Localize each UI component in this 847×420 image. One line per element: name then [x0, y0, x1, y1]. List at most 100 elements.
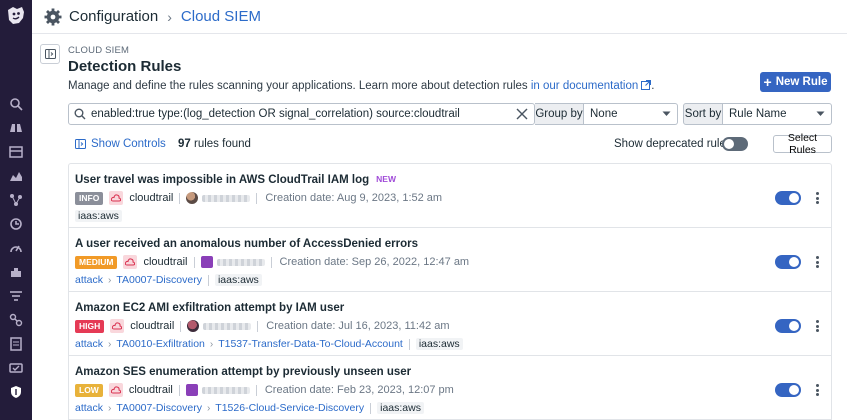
show-deprecated-toggle[interactable] — [722, 137, 748, 151]
creation-date: Creation date: Sep 26, 2022, 12:47 am — [279, 256, 470, 268]
toggle-knob — [789, 385, 799, 395]
synthetics-icon[interactable] — [7, 360, 25, 376]
tactic-link[interactable]: TA0007-Discovery — [116, 402, 202, 414]
security-icon[interactable] — [7, 216, 25, 232]
binoculars-icon[interactable] — [7, 120, 25, 136]
integrations-icon[interactable] — [7, 264, 25, 280]
breadcrumb-configuration[interactable]: Configuration — [69, 8, 158, 25]
infrastructure-icon[interactable] — [7, 168, 25, 184]
tag[interactable]: iaas:aws — [214, 274, 262, 286]
severity-badge: INFO — [75, 191, 104, 205]
divider — [370, 402, 372, 414]
rule-title[interactable]: A user received an anomalous number of A… — [75, 238, 418, 250]
new-rule-button[interactable]: + New Rule — [760, 72, 831, 92]
technique-link[interactable]: T1537-Transfer-Data-To-Cloud-Account — [218, 338, 403, 350]
search-query[interactable]: enabled:true type:(log_detection OR sign… — [91, 108, 460, 120]
toggle-knob — [789, 321, 799, 331]
logs-icon[interactable] — [7, 288, 25, 304]
creation-date: Creation date: Jul 16, 2023, 11:42 am — [266, 320, 450, 332]
dashboard-icon[interactable] — [7, 144, 25, 160]
breadcrumb-cloud-siem[interactable]: Cloud SIEM — [181, 8, 261, 25]
tactic-link[interactable]: TA0007-Discovery — [116, 274, 202, 286]
search-icon[interactable] — [7, 96, 25, 112]
rule-tags: attack › TA0007-Discovery › T1526-Cloud-… — [75, 401, 424, 415]
rule-enabled-toggle[interactable] — [775, 319, 801, 333]
search-input[interactable]: enabled:true type:(log_detection OR sign… — [68, 103, 535, 125]
rule-row[interactable]: Amazon EC2 AMI exfiltration attempt by I… — [69, 292, 831, 356]
source-label: cloudtrail — [128, 384, 173, 396]
chevron-right-icon: › — [206, 402, 211, 414]
monitors-icon[interactable] — [7, 240, 25, 256]
severity-badge: MEDIUM — [75, 255, 118, 269]
rule-title[interactable]: Amazon SES enumeration attempt by previo… — [75, 366, 411, 378]
network-icon[interactable] — [7, 312, 25, 328]
close-icon[interactable] — [515, 107, 529, 121]
chevron-right-icon: › — [167, 8, 172, 25]
rule-enabled-toggle[interactable] — [775, 383, 801, 397]
rule-tags: attack › TA0010-Exfiltration › T1537-Tra… — [75, 337, 463, 351]
sort-by-select[interactable]: Rule Name — [723, 103, 832, 125]
description-period: . — [651, 80, 655, 92]
more-options-icon[interactable] — [813, 191, 821, 205]
datadog-logo-icon[interactable] — [4, 4, 28, 28]
documentation-link[interactable]: in our documentation — [531, 80, 638, 92]
divider — [270, 256, 272, 268]
chevron-down-icon — [816, 111, 825, 116]
rule-meta: INFO cloudtrail Creation date: Aug 9, 20… — [75, 191, 442, 205]
creation-date: Creation date: Aug 9, 2023, 1:52 am — [265, 192, 443, 204]
rules-found-count: 97 rules found — [178, 138, 251, 150]
group-by-select[interactable]: None — [584, 103, 678, 125]
external-link-icon — [641, 80, 652, 90]
rule-row[interactable]: User travel was impossible in AWS CloudT… — [69, 164, 831, 228]
technique-link[interactable]: T1526-Cloud-Service-Discovery — [215, 402, 364, 414]
chevron-right-icon: › — [108, 338, 112, 350]
redacted-author — [203, 322, 252, 330]
tag[interactable]: iaas:aws — [415, 338, 463, 350]
rule-meta: HIGH cloudtrail Creation date: Jul 16, 2… — [75, 319, 450, 333]
divider — [255, 384, 257, 396]
more-options-icon[interactable] — [813, 255, 821, 269]
page-title: Detection Rules — [68, 58, 182, 75]
rule-title-text: User travel was impossible in AWS CloudT… — [75, 174, 370, 186]
shield-icon[interactable] — [0, 380, 32, 404]
description-text: Manage and define the rules scanning you… — [68, 80, 531, 92]
rule-title-text: Amazon SES enumeration attempt by previo… — [75, 366, 412, 378]
tag[interactable]: iaas:aws — [377, 402, 424, 414]
rule-meta: LOW cloudtrail Creation date: Feb 23, 20… — [75, 383, 454, 397]
rule-tags: iaas:aws — [75, 209, 122, 223]
rule-row[interactable]: A user received an anomalous number of A… — [69, 228, 831, 292]
rule-row[interactable]: Amazon SES enumeration attempt by previo… — [69, 356, 831, 420]
new-rule-label: New Rule — [775, 76, 828, 88]
source-label: cloudtrail — [130, 320, 175, 332]
cloudtrail-icon — [109, 191, 124, 205]
tactic-link[interactable]: attack — [75, 402, 103, 414]
left-nav — [0, 0, 32, 420]
toggle-knob — [724, 139, 734, 149]
cloudtrail-icon — [108, 383, 123, 397]
toggle-panel-button[interactable] — [40, 44, 60, 64]
chevron-right-icon: › — [209, 338, 214, 350]
rule-title[interactable]: User travel was impossible in AWS CloudT… — [75, 174, 396, 186]
show-controls-button[interactable]: Show Controls — [75, 138, 166, 150]
sidebar-toggle-icon — [44, 49, 56, 59]
rule-enabled-toggle[interactable] — [775, 255, 801, 269]
tactic-link[interactable]: TA0010-Exfiltration — [116, 338, 205, 350]
tag[interactable]: iaas:aws — [75, 210, 122, 222]
rule-enabled-toggle[interactable] — [775, 191, 801, 205]
avatar — [185, 384, 198, 396]
tactic-link[interactable]: attack — [75, 338, 103, 350]
notebook-icon[interactable] — [7, 336, 25, 352]
tactic-link[interactable]: attack — [75, 274, 103, 286]
rule-title[interactable]: Amazon EC2 AMI exfiltration attempt by I… — [75, 302, 344, 314]
top-header: Configuration › Cloud SIEM — [32, 0, 847, 34]
gear-icon — [44, 8, 62, 25]
select-rules-button[interactable]: Select Rules — [773, 132, 832, 156]
divider — [408, 338, 410, 350]
show-deprecated-label: Show deprecated rules — [614, 138, 732, 150]
source-label: cloudtrail — [143, 256, 188, 268]
apm-icon[interactable] — [7, 192, 25, 208]
more-options-icon[interactable] — [813, 383, 821, 397]
more-options-icon[interactable] — [813, 319, 821, 333]
source-label: cloudtrail — [129, 192, 174, 204]
sort-by-value: Rule Name — [729, 108, 787, 120]
